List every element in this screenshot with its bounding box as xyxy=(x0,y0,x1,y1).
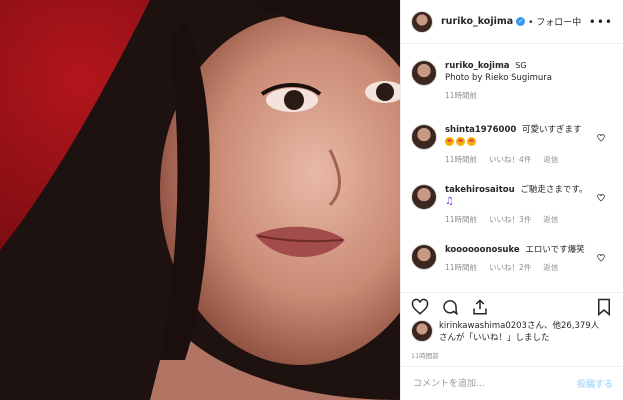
comment-emojis xyxy=(445,136,613,148)
music-note-emoji: ♫ xyxy=(445,196,454,207)
avatar[interactable] xyxy=(411,244,437,270)
post-comment-button[interactable]: 投稿する xyxy=(577,377,613,390)
comment-likes[interactable]: いいね！3件 xyxy=(489,214,531,226)
list-item: koooooonosuke エロいです爆笑 11時間前 いいね！2件 返信 xyxy=(401,244,623,274)
heart-icon[interactable] xyxy=(597,194,605,202)
reply-button[interactable]: 返信 xyxy=(543,154,558,166)
instagram-post-modal: ruriko_kojima ✓ • フォロー中 ••• ruriko_kojim… xyxy=(0,0,623,400)
post-photo[interactable] xyxy=(0,0,400,400)
likes-line-1[interactable]: kirinkawashima0203さん、他26,379人 xyxy=(439,320,599,332)
follow-status[interactable]: • フォロー中 xyxy=(528,15,581,28)
comment-likes[interactable]: いいね！4件 xyxy=(489,154,531,166)
comment-text: ご馳走さまです。 xyxy=(520,185,588,195)
comment-time: 11時間前 xyxy=(445,155,478,164)
comment-username[interactable]: shinta1976000 xyxy=(445,125,516,135)
heart-icon[interactable] xyxy=(597,254,605,262)
avatar[interactable] xyxy=(411,320,433,342)
avatar[interactable] xyxy=(411,60,437,86)
heart-eyes-emoji-icon xyxy=(445,137,454,146)
author-username[interactable]: ruriko_kojima xyxy=(441,16,513,27)
heart-eyes-emoji-icon xyxy=(467,137,476,146)
reply-button[interactable]: 返信 xyxy=(543,262,558,274)
list-item: takehirosaitou ご馳走さまです。 ♫ 11時間前 いいね！3件 返… xyxy=(401,184,623,226)
like-heart-icon[interactable] xyxy=(411,298,429,316)
comment-bubble-icon[interactable] xyxy=(441,298,459,316)
avatar[interactable] xyxy=(411,10,433,33)
avatar[interactable] xyxy=(411,124,437,150)
action-bar xyxy=(401,292,623,320)
reply-button[interactable]: 返信 xyxy=(543,214,558,226)
comment-username[interactable]: koooooonosuke xyxy=(445,245,520,255)
list-item: shinta1976000 可愛いすぎます 11時間前 いいね！4件 返信 xyxy=(401,124,623,166)
caption-username[interactable]: ruriko_kojima xyxy=(445,61,510,71)
verified-badge-icon: ✓ xyxy=(516,17,526,26)
comment-username[interactable]: takehirosaitou xyxy=(445,185,515,195)
comment-text: 可愛いすぎます xyxy=(521,125,582,135)
add-comment-bar: 投稿する xyxy=(401,366,623,400)
caption-tag: SG xyxy=(515,61,527,70)
share-icon[interactable] xyxy=(471,298,489,316)
comment-time: 11時間前 xyxy=(445,263,478,272)
heart-icon[interactable] xyxy=(597,134,605,142)
likes-line-2: さんが「いいね！」しました xyxy=(439,333,550,343)
caption-text: Photo by Rieko Sugimura xyxy=(445,73,553,83)
avatar[interactable] xyxy=(411,184,437,210)
portrait-image xyxy=(0,0,400,400)
comments-list[interactable]: ruriko_kojima SG Photo by Rieko Sugimura… xyxy=(401,52,623,287)
likes-summary: kirinkawashima0203さん、他26,379人 さんが「いいね！」し… xyxy=(411,320,613,344)
comment-text: エロいです爆笑 xyxy=(525,245,585,255)
post-header: ruriko_kojima ✓ • フォロー中 ••• xyxy=(401,0,623,44)
ellipsis-icon[interactable]: ••• xyxy=(589,15,613,29)
caption-time: 11時間前 xyxy=(445,91,478,100)
post-timestamp[interactable]: 11時間前 xyxy=(411,350,439,360)
comment-time: 11時間前 xyxy=(445,215,478,224)
bookmark-icon[interactable] xyxy=(595,298,613,316)
heart-eyes-emoji-icon xyxy=(456,137,465,146)
comment-likes[interactable]: いいね！2件 xyxy=(489,262,531,274)
comment-input[interactable] xyxy=(411,377,577,390)
caption: ruriko_kojima SG Photo by Rieko Sugimura… xyxy=(401,60,623,102)
post-side-panel: ruriko_kojima ✓ • フォロー中 ••• ruriko_kojim… xyxy=(400,0,623,400)
